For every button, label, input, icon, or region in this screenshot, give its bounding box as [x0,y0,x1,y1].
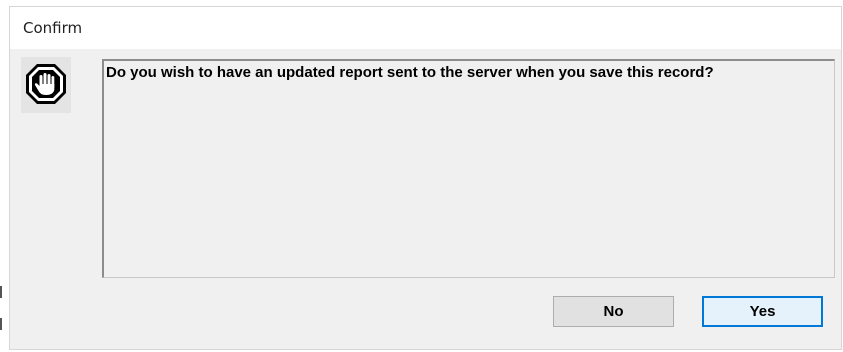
dialog-title: Confirm [23,19,83,37]
title-bar[interactable]: Confirm [10,7,841,49]
message-area: Do you wish to have an updated report se… [102,59,835,278]
edge-marker [0,286,2,298]
message-text: Do you wish to have an updated report se… [106,64,714,81]
yes-button[interactable]: Yes [702,296,823,327]
confirm-dialog: Confirm Do you wish to have an updated r… [9,6,842,350]
no-button[interactable]: No [553,296,674,327]
edge-marker [0,318,2,330]
stop-hand-icon [21,57,71,113]
